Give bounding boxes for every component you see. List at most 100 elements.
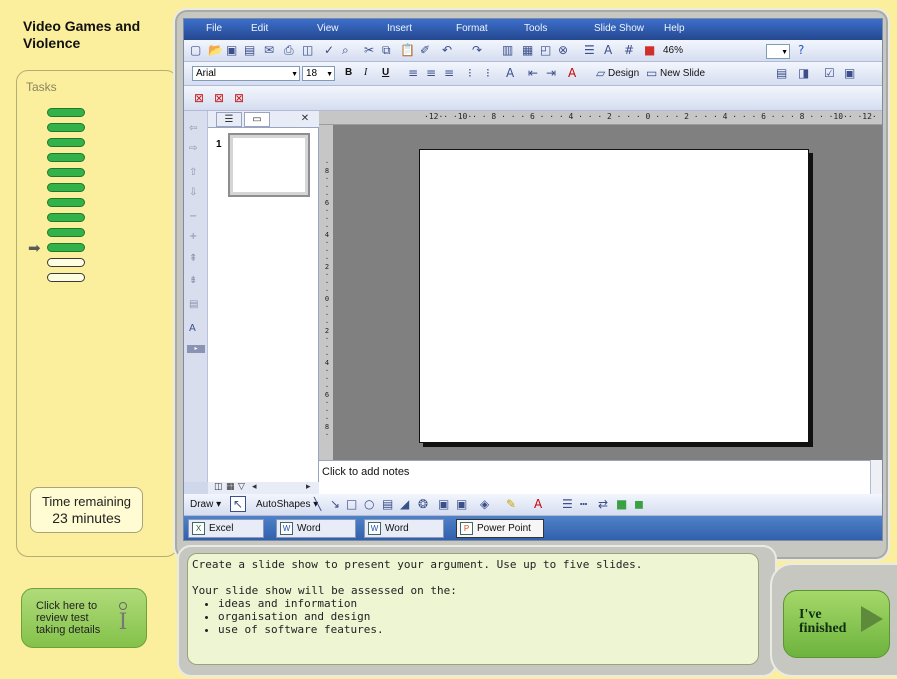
textbox-icon[interactable]: ▤ — [382, 497, 393, 511]
increase-font-icon[interactable]: A — [506, 66, 514, 80]
chart-icon[interactable]: ▥ — [502, 43, 513, 57]
diagram-icon[interactable]: ❂ — [418, 497, 428, 511]
task-powerpoint[interactable]: P Power Point — [456, 519, 544, 538]
slide-editor[interactable] — [419, 149, 809, 443]
design-button[interactable]: Design — [608, 68, 639, 79]
select-objects-icon[interactable]: ↖ — [230, 496, 246, 512]
demote-icon[interactable]: ⇨ — [189, 143, 197, 154]
bullets-icon[interactable]: ⁝ — [486, 66, 490, 80]
view-icon[interactable]: ◨ — [798, 66, 809, 80]
color-grayscale-icon[interactable]: ■ — [644, 43, 655, 57]
help-icon[interactable]: ? — [798, 43, 804, 57]
slideshow-view-icon[interactable]: ▽ — [238, 482, 245, 492]
format-painter-icon[interactable]: ✐ — [420, 43, 430, 57]
font-size-dropdown[interactable]: 18 ▼ — [302, 66, 335, 81]
menu-format[interactable]: Format — [456, 23, 488, 34]
task-word-2[interactable]: W Word — [364, 519, 444, 538]
notes-scrollbar[interactable] — [870, 460, 882, 494]
line-color-icon[interactable]: ✎ — [506, 497, 516, 511]
collapse-icon[interactable]: − — [189, 211, 197, 222]
new-icon[interactable]: ▢ — [190, 43, 201, 57]
scroll-right-icon[interactable]: ▸ — [306, 482, 311, 492]
toolbar-overflow-icon[interactable]: ▸ — [187, 345, 205, 353]
draw-font-color-icon[interactable]: A — [534, 497, 542, 511]
menu-insert[interactable]: Insert — [387, 23, 412, 34]
picture-icon[interactable]: ▣ — [456, 497, 467, 511]
paste-icon[interactable]: 📋 — [400, 43, 415, 57]
italic-button[interactable]: I — [364, 67, 367, 78]
oval-icon[interactable]: ○ — [364, 497, 374, 511]
align-center-icon[interactable]: ≡ — [426, 66, 436, 80]
task-word-1[interactable]: W Word — [276, 519, 356, 538]
draw-menu[interactable]: Draw ▾ — [190, 499, 221, 510]
spelling-icon[interactable]: ✓ — [324, 43, 334, 57]
undo-icon[interactable]: ↶ — [442, 43, 452, 57]
tab-slides-icon[interactable]: ▭ — [244, 112, 270, 127]
collapse-all-icon[interactable]: ⇞ — [189, 253, 197, 264]
menu-slide-show[interactable]: Slide Show — [594, 23, 644, 34]
fill-color-icon[interactable]: ◈ — [480, 497, 489, 511]
grid-icon[interactable]: # — [624, 43, 634, 57]
scroll-left-icon[interactable]: ◂ — [252, 482, 257, 492]
pdf-create-icon[interactable]: ⊠ — [194, 91, 204, 105]
research-icon[interactable]: ⌕ — [342, 43, 349, 58]
open-icon[interactable]: 📂 — [208, 43, 223, 57]
normal-view-icon[interactable]: ◫ — [214, 482, 223, 492]
bold-button[interactable]: B — [345, 67, 352, 78]
menu-tools[interactable]: Tools — [524, 23, 547, 34]
checkbox-icon[interactable]: ☑ — [824, 66, 835, 80]
expand-icon[interactable]: + — [189, 231, 197, 242]
new-slide-icon[interactable]: ▭ — [646, 66, 657, 80]
copy-icon[interactable]: ⧉ — [382, 43, 391, 58]
clipart-icon[interactable]: ▣ — [438, 497, 449, 511]
font-color-icon[interactable]: A — [568, 66, 576, 80]
redo-icon[interactable]: ↷ — [472, 43, 482, 57]
table-icon[interactable]: ▦ — [522, 43, 533, 57]
align-left-icon[interactable]: ≡ — [408, 66, 418, 80]
pdf-review-icon[interactable]: ⊠ — [234, 91, 244, 105]
form-icon[interactable]: ▣ — [844, 66, 855, 80]
tab-outline-icon[interactable]: ☰ — [216, 112, 242, 127]
pdf-email-icon[interactable]: ⊠ — [214, 91, 224, 105]
autoshapes-menu[interactable]: AutoShapes ▾ — [256, 499, 318, 510]
promote-icon[interactable]: ⇦ — [189, 123, 197, 134]
arrow-icon[interactable]: ↘ — [330, 497, 340, 511]
wordart-icon[interactable]: ◢ — [400, 497, 409, 511]
decrease-indent-icon[interactable]: ⇤ — [528, 66, 538, 80]
permission-icon[interactable]: ▤ — [244, 43, 255, 57]
save-icon[interactable]: ▣ — [226, 43, 237, 57]
email-icon[interactable]: ✉ — [264, 43, 274, 57]
3d-icon[interactable]: ◼ — [634, 497, 644, 511]
notes-pane[interactable]: Click to add notes — [319, 460, 882, 494]
rectangle-icon[interactable]: □ — [346, 497, 357, 511]
line-icon[interactable]: ╲ — [314, 497, 321, 511]
close-pane-icon[interactable]: ✕ — [298, 112, 312, 127]
numbering-icon[interactable]: ⁝ — [468, 66, 472, 80]
line-style-icon[interactable]: ☰ — [562, 497, 573, 511]
move-up-icon[interactable]: ⇧ — [189, 167, 197, 178]
arrow-style-icon[interactable]: ⇄ — [598, 497, 608, 511]
underline-button[interactable]: U — [382, 67, 389, 78]
zoom-dropdown[interactable]: ▼ — [766, 44, 790, 59]
task-excel[interactable]: X Excel — [188, 519, 264, 538]
expand-all-icon[interactable]: ☰ — [584, 43, 595, 57]
tables-borders-icon[interactable]: ◰ — [540, 43, 551, 57]
align-right-icon[interactable]: ≡ — [444, 66, 454, 80]
toolbar-options-icon[interactable]: ▤ — [776, 66, 787, 80]
menu-file[interactable]: File — [206, 23, 222, 34]
menu-view[interactable]: View — [317, 23, 339, 34]
slide-thumbnail[interactable] — [228, 133, 310, 197]
design-icon[interactable]: ▱ — [596, 66, 605, 80]
formatting-icon[interactable]: A — [604, 43, 612, 57]
increase-indent-icon[interactable]: ⇥ — [546, 66, 556, 80]
show-formatting-icon[interactable]: A — [189, 323, 196, 334]
move-down-icon[interactable]: ⇩ — [189, 187, 197, 198]
dash-style-icon[interactable]: ┅ — [580, 497, 587, 511]
print-preview-icon[interactable]: ◫ — [302, 43, 313, 57]
sorter-view-icon[interactable]: ▦ — [226, 482, 235, 492]
summary-slide-icon[interactable]: ▤ — [189, 299, 198, 310]
hyperlink-icon[interactable]: ⊗ — [558, 43, 568, 57]
menu-edit[interactable]: Edit — [251, 23, 268, 34]
new-slide-button[interactable]: New Slide — [660, 68, 705, 79]
expand-all-rail-icon[interactable]: ⇟ — [189, 275, 197, 286]
